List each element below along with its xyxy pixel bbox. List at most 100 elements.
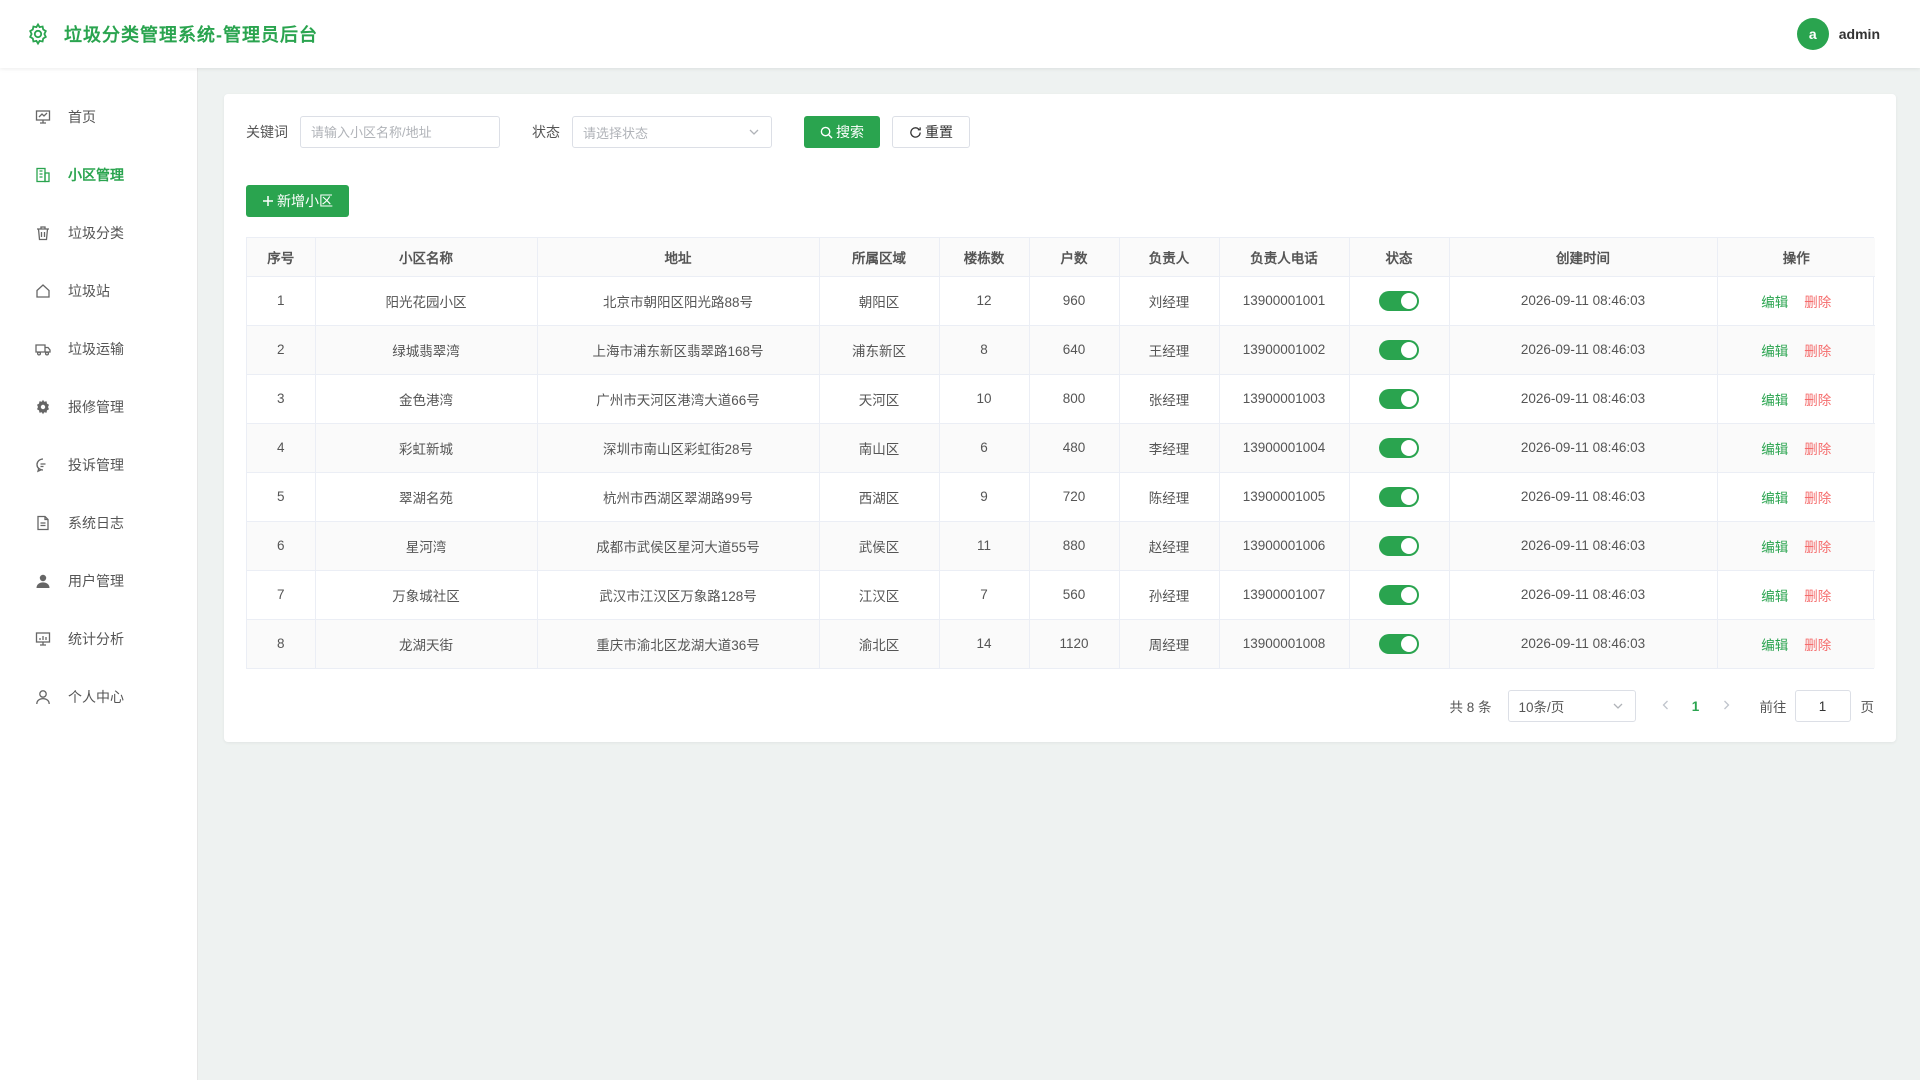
- chevron-down-icon: [1611, 699, 1625, 716]
- delete-link[interactable]: 删除: [1804, 344, 1831, 359]
- cell-buildings: 7: [939, 570, 1030, 620]
- goto-label: 前往: [1759, 700, 1787, 715]
- username[interactable]: admin: [1839, 26, 1880, 42]
- sidebar-item-label: 系统日志: [68, 515, 124, 531]
- status-toggle[interactable]: [1379, 535, 1419, 556]
- delete-link[interactable]: 删除: [1804, 442, 1831, 457]
- sidebar-item-label: 统计分析: [68, 631, 124, 647]
- sidebar-item-station[interactable]: 垃圾站: [0, 262, 197, 320]
- sidebar-item-classification[interactable]: 垃圾分类: [0, 204, 197, 262]
- cell-created: 2026-09-11 08:46:03: [1449, 423, 1718, 473]
- cell-district: 天河区: [819, 374, 940, 424]
- cell-manager: 张经理: [1119, 374, 1220, 424]
- cell-no: 3: [247, 374, 316, 424]
- cell-no: 2: [247, 325, 316, 375]
- table-header-row: 序号 小区名称 地址 所属区域 楼栋数 户数 负责人 负责人电话 状态 创建时间 操作: [247, 238, 1875, 277]
- status-toggle[interactable]: [1379, 437, 1419, 458]
- next-page-button[interactable]: [1712, 699, 1740, 714]
- avatar[interactable]: a: [1796, 18, 1829, 50]
- cell-status: [1349, 374, 1450, 424]
- cell-buildings: 12: [939, 276, 1030, 326]
- cell-no: 1: [247, 276, 316, 326]
- table-row: 6 星河湾 成都市武侯区星河大道55号 武侯区 11 880 赵经理 13900001006 2…: [247, 521, 1875, 571]
- sidebar-item-statistics[interactable]: 统计分析: [0, 610, 197, 668]
- edit-link[interactable]: 编辑: [1761, 540, 1788, 555]
- prev-page-button[interactable]: [1652, 699, 1680, 714]
- cell-status: [1349, 570, 1450, 620]
- status-toggle[interactable]: [1379, 388, 1419, 409]
- cell-phone: 13900001001: [1219, 276, 1350, 326]
- edit-link[interactable]: 编辑: [1761, 442, 1788, 457]
- delete-link[interactable]: 删除: [1804, 393, 1831, 408]
- cell-manager: 孙经理: [1119, 570, 1220, 620]
- edit-link[interactable]: 编辑: [1761, 393, 1788, 408]
- search-form: 关键词 状态 请选择状态 搜索 重置: [246, 116, 970, 148]
- sidebar-item-users[interactable]: 用户管理: [0, 552, 197, 610]
- toggle-knob: [1401, 341, 1417, 358]
- delete-link[interactable]: 删除: [1804, 589, 1831, 604]
- edit-link[interactable]: 编辑: [1761, 295, 1788, 310]
- sidebar-item-label: 垃圾运输: [68, 341, 124, 357]
- delete-link[interactable]: 删除: [1804, 638, 1831, 653]
- status-toggle[interactable]: [1379, 584, 1419, 605]
- sidebar-item-complaint[interactable]: 投诉管理: [0, 436, 197, 494]
- cell-status: [1349, 472, 1450, 522]
- cell-phone: 13900001005: [1219, 472, 1350, 522]
- column-header: 小区名称: [315, 238, 538, 277]
- cell-manager: 赵经理: [1119, 521, 1220, 571]
- status-select[interactable]: 请选择状态: [572, 116, 772, 148]
- cell-address: 武汉市江汉区万象路128号: [537, 570, 820, 620]
- toggle-knob: [1401, 635, 1417, 652]
- page-size-select[interactable]: 10条/页: [1507, 690, 1636, 722]
- cell-address: 杭州市西湖区翠湖路99号: [537, 472, 820, 522]
- cell-manager: 刘经理: [1119, 276, 1220, 326]
- delete-link[interactable]: 删除: [1804, 491, 1831, 506]
- sidebar-item-home[interactable]: 首页: [0, 88, 197, 146]
- cell-actions: 编辑 删除: [1717, 374, 1875, 424]
- add-community-button[interactable]: 新增小区: [246, 185, 349, 217]
- edit-link[interactable]: 编辑: [1761, 491, 1788, 506]
- status-toggle[interactable]: [1379, 339, 1419, 360]
- delete-link[interactable]: 删除: [1804, 540, 1831, 555]
- goto-page-input[interactable]: [1794, 690, 1851, 722]
- cell-households: 480: [1029, 423, 1120, 473]
- table-row: 5 翠湖名苑 杭州市西湖区翠湖路99号 西湖区 9 720 陈经理 13900001005 20…: [247, 472, 1875, 522]
- cell-created: 2026-09-11 08:46:03: [1449, 325, 1718, 375]
- cell-created: 2026-09-11 08:46:03: [1449, 521, 1718, 571]
- keyword-input[interactable]: [300, 116, 500, 148]
- edit-link[interactable]: 编辑: [1761, 589, 1788, 604]
- sidebar-item-logs[interactable]: 系统日志: [0, 494, 197, 552]
- sidebar-item-profile[interactable]: 个人中心: [0, 668, 197, 726]
- user-menu[interactable]: a admin: [1796, 18, 1880, 50]
- page-number[interactable]: 1: [1680, 699, 1712, 714]
- edit-link[interactable]: 编辑: [1761, 638, 1788, 653]
- house-icon: [34, 282, 52, 300]
- cell-district: 南山区: [819, 423, 940, 473]
- status-toggle[interactable]: [1379, 633, 1419, 654]
- search-button[interactable]: 搜索: [804, 116, 880, 148]
- edit-link[interactable]: 编辑: [1761, 344, 1788, 359]
- cell-name: 翠湖名苑: [315, 472, 538, 522]
- delete-link[interactable]: 删除: [1804, 295, 1831, 310]
- status-select-placeholder: 请选择状态: [583, 125, 649, 141]
- cell-actions: 编辑 删除: [1717, 570, 1875, 620]
- reset-button[interactable]: 重置: [892, 116, 970, 148]
- toggle-knob: [1401, 390, 1417, 407]
- status-toggle[interactable]: [1379, 486, 1419, 507]
- sidebar-item-repair[interactable]: 报修管理: [0, 378, 197, 436]
- table-row: 7 万象城社区 武汉市江汉区万象路128号 江汉区 7 560 孙经理 13900001007…: [247, 570, 1875, 620]
- gear-logo-icon: [24, 20, 52, 48]
- status-toggle[interactable]: [1379, 290, 1419, 311]
- cell-households: 880: [1029, 521, 1120, 571]
- cell-no: 8: [247, 619, 316, 668]
- sidebar-item-community[interactable]: 小区管理: [0, 146, 197, 204]
- toggle-knob: [1401, 439, 1417, 456]
- cell-actions: 编辑 删除: [1717, 325, 1875, 375]
- table-row: 1 阳光花园小区 北京市朝阳区阳光路88号 朝阳区 12 960 刘经理 1390000100…: [247, 276, 1875, 326]
- toggle-knob: [1401, 537, 1417, 554]
- sidebar-item-label: 垃圾分类: [68, 225, 124, 241]
- sidebar-item-transport[interactable]: 垃圾运输: [0, 320, 197, 378]
- cell-buildings: 8: [939, 325, 1030, 375]
- cell-households: 640: [1029, 325, 1120, 375]
- plus-icon: [262, 195, 274, 207]
